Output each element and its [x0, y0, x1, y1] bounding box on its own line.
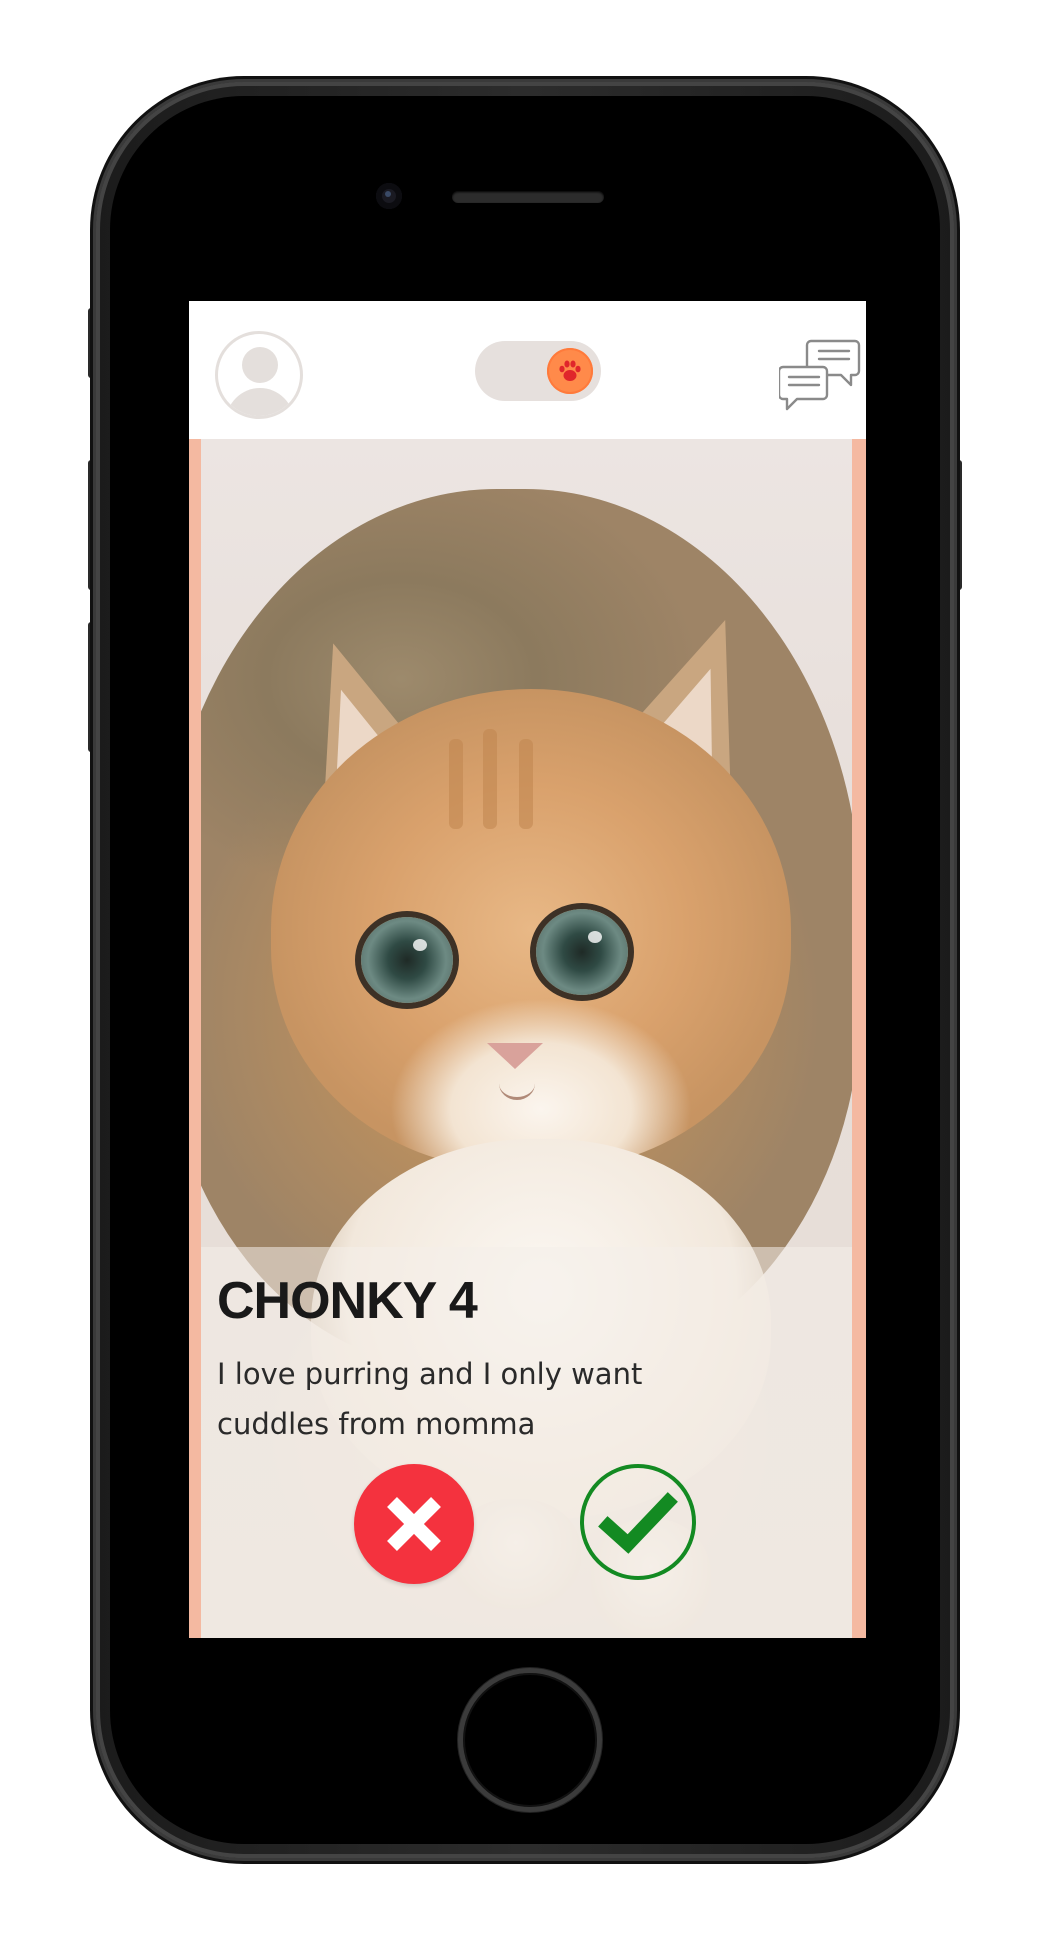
home-button[interactable]: [458, 1668, 602, 1812]
profile-bio: I love purring and I only want cuddles f…: [217, 1357, 643, 1441]
chat-bubbles-icon: [777, 339, 861, 411]
check-icon: [598, 1492, 678, 1554]
power-button: [954, 460, 962, 590]
messages-button[interactable]: [777, 337, 861, 415]
earpiece-speaker: [452, 191, 604, 203]
app-view: CHONKY 4 I love purring and I only want …: [189, 301, 866, 1638]
accept-button[interactable]: [580, 1464, 696, 1580]
profile-name: CHONKY 4: [217, 1272, 478, 1330]
silent-switch: [88, 308, 96, 378]
front-camera: [376, 183, 402, 209]
app-header: [189, 301, 866, 439]
paw-icon: [559, 360, 581, 381]
profile-card[interactable]: CHONKY 4 I love purring and I only want …: [189, 439, 866, 1638]
phone-screen: CHONKY 4 I love purring and I only want …: [150, 301, 903, 1638]
cat-right-eye: [536, 909, 628, 995]
volume-up-button: [88, 460, 96, 590]
mode-toggle[interactable]: [475, 341, 601, 401]
close-icon: [387, 1497, 441, 1551]
cat-left-eye: [361, 917, 453, 1003]
volume-down-button: [88, 622, 96, 752]
reject-button[interactable]: [354, 1464, 474, 1584]
user-avatar-icon-body: [226, 388, 294, 416]
profile-button[interactable]: [215, 331, 303, 419]
user-avatar-icon: [242, 347, 278, 383]
toggle-knob: [547, 348, 593, 394]
